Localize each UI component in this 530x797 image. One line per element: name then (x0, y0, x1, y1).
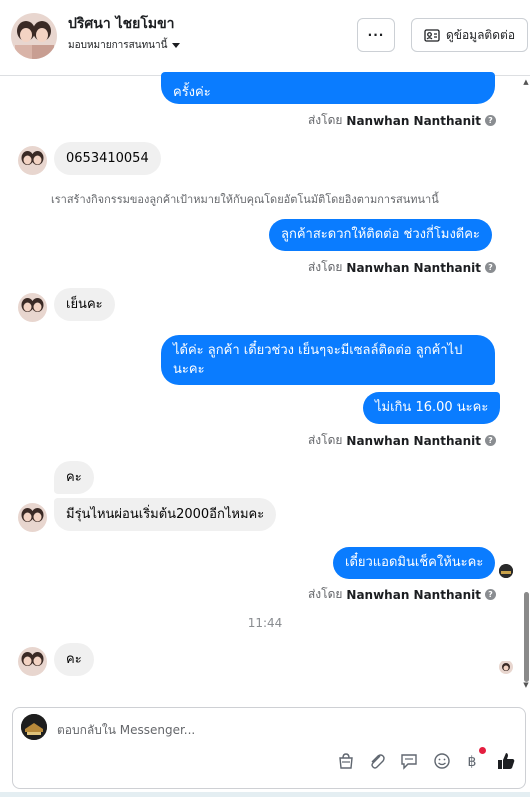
emoji-icon[interactable] (431, 750, 453, 772)
message-text: มีรุ่นไหนผ่อนเริ่มต้น2000อีกไหมคะ (66, 507, 265, 522)
notification-dot (479, 747, 486, 754)
contact-avatar-small[interactable] (18, 647, 47, 676)
outgoing-message[interactable]: ลูกค้าสะดวกให้ติดต่อ ช่วงกี่โมงดีคะ (269, 219, 492, 251)
sent-by-prefix: ส่งโดย (307, 260, 343, 274)
contact-avatar-small[interactable] (18, 293, 47, 322)
contact-avatar[interactable] (11, 13, 57, 59)
like-thumbs-up-icon[interactable] (495, 750, 517, 772)
reply-input[interactable] (57, 721, 357, 739)
incoming-message[interactable]: คะ (54, 461, 94, 494)
contact-name: ปริศนา ไชยโมขา (68, 16, 175, 32)
outgoing-message[interactable]: ไม่เกิน 16.00 นะคะ (363, 392, 501, 424)
sent-by-label: ส่งโดย Nanwhan Nanthanit ? (308, 111, 496, 130)
message-composer: ฿ (12, 707, 526, 789)
sent-by-prefix: ส่งโดย (307, 433, 343, 447)
help-icon[interactable]: ? (485, 435, 496, 446)
view-contact-label: ดูข้อมูลติดต่อ (445, 27, 516, 42)
sent-by-label: ส่งโดย Nanwhan Nanthanit ? (308, 258, 496, 277)
sent-by-prefix: ส่งโดย (307, 113, 343, 127)
sent-by-prefix: ส่งโดย (307, 587, 343, 601)
outgoing-message[interactable]: ได้ค่ะ ลูกค้า เดี๋ยวช่วง เย็นๆจะมีเซลล์ต… (161, 335, 495, 385)
message-timestamp: 11:44 (247, 616, 283, 630)
more-dots-icon: ··· (367, 28, 385, 42)
assign-label: มอบหมายการสนทนานี้ (68, 40, 168, 51)
incoming-message[interactable]: คะ (54, 643, 94, 676)
help-icon[interactable]: ? (485, 115, 496, 126)
sender-name: Nanwhan Nanthanit (346, 433, 481, 448)
contact-avatar-small[interactable] (18, 503, 47, 532)
message-text: ครั้งค่ะ (173, 85, 211, 100)
incoming-message[interactable]: มีรุ่นไหนผ่อนเริ่มต้น2000อีกไหมคะ (54, 498, 277, 531)
incoming-message[interactable]: 0653410054 (54, 142, 161, 175)
scroll-thumb[interactable] (524, 592, 529, 682)
incoming-message[interactable]: เย็นคะ (54, 288, 115, 321)
bottom-edge (0, 792, 530, 797)
message-thread: ครั้งค่ะ ส่งโดย Nanwhan Nanthanit ? 0653… (0, 72, 530, 700)
conversation-header: ปริศนา ไชยโมขา มอบหมายการสนทนานี้ ··· ดู… (0, 0, 530, 76)
view-contact-button[interactable]: ดูข้อมูลติดต่อ (411, 18, 528, 52)
attachment-icon[interactable] (366, 750, 388, 772)
scroll-down-arrow-icon[interactable]: ▼ (523, 681, 529, 689)
sender-name: Nanwhan Nanthanit (346, 113, 481, 128)
svg-text:฿: ฿ (468, 754, 477, 770)
message-text-line-1: ได้ค่ะ ลูกค้า เดี๋ยวช่วง เย็นๆจะมีเซลล์ต… (173, 343, 463, 358)
page-avatar (21, 714, 47, 740)
chat-scrollbar[interactable]: ▲ ▼ (522, 76, 530, 700)
seen-by-avatar (499, 660, 513, 674)
message-text: 0653410054 (66, 151, 149, 166)
sent-by-label: ส่งโดย Nanwhan Nanthanit ? (308, 431, 496, 450)
assign-conversation-dropdown[interactable]: มอบหมายการสนทนานี้ (68, 38, 181, 53)
message-text: เดี๋ยวแอดมินเช็คให้นะคะ (345, 555, 484, 570)
message-text: คะ (66, 470, 82, 485)
outgoing-message[interactable]: เดี๋ยวแอดมินเช็คให้นะคะ (333, 547, 496, 579)
sender-name: Nanwhan Nanthanit (346, 587, 481, 602)
contact-avatar-small[interactable] (18, 146, 47, 175)
shop-bag-icon[interactable] (335, 750, 357, 772)
contact-card-icon (424, 28, 440, 42)
scroll-up-arrow-icon[interactable]: ▲ (523, 78, 529, 86)
help-icon[interactable]: ? (485, 589, 496, 600)
more-options-button[interactable]: ··· (357, 18, 395, 52)
saved-reply-icon[interactable] (398, 750, 420, 772)
sent-by-label: ส่งโดย Nanwhan Nanthanit ? (308, 585, 496, 604)
system-notice: เราสร้างกิจกรรมของลูกค้าเป้าหมายให้กับคุ… (51, 193, 439, 206)
message-text: เย็นคะ (66, 297, 103, 312)
outgoing-message[interactable]: ครั้งค่ะ (161, 72, 495, 104)
sender-name: Nanwhan Nanthanit (346, 260, 481, 275)
caret-down-icon (172, 42, 181, 48)
message-text: ไม่เกิน 16.00 นะคะ (375, 400, 489, 415)
payment-baht-icon[interactable]: ฿ (461, 747, 486, 772)
seen-by-avatar (499, 564, 513, 578)
message-text: ลูกค้าสะดวกให้ติดต่อ ช่วงกี่โมงดีคะ (281, 227, 480, 242)
message-text-line-2: นะคะ (173, 362, 205, 377)
help-icon[interactable]: ? (485, 262, 496, 273)
message-text: คะ (66, 652, 82, 667)
